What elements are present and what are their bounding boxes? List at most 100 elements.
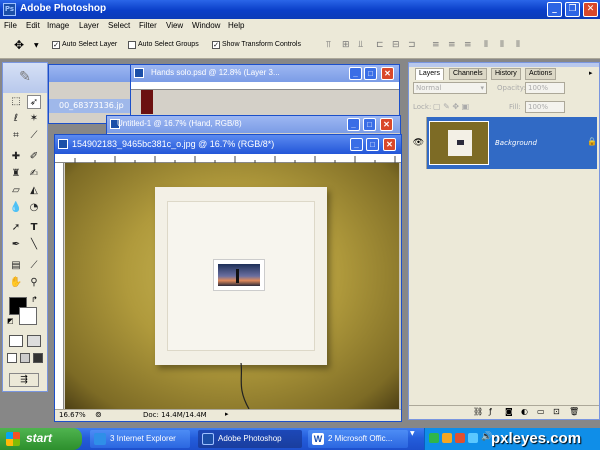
magic-wand-tool-icon[interactable]: ✶ <box>27 112 41 126</box>
layer-style-icon[interactable]: ƒ <box>489 407 492 416</box>
swap-colors-icon[interactable]: ↱ <box>31 295 38 304</box>
minimize-button[interactable]: _ <box>349 67 362 80</box>
adjustment-layer-icon[interactable]: ◐ <box>521 407 528 416</box>
align-left-icon[interactable]: ⊏ <box>376 40 386 50</box>
minimize-button[interactable]: _ <box>347 118 360 131</box>
info-icon[interactable]: ⊚ <box>95 410 102 419</box>
menu-view[interactable]: View <box>166 21 183 30</box>
menu-window[interactable]: Window <box>192 21 220 30</box>
paint-bucket-tool-icon[interactable]: ◭ <box>27 184 41 198</box>
task-adobe-photoshop[interactable]: Adobe Photoshop <box>198 430 302 448</box>
tab-actions[interactable]: Actions <box>525 68 556 80</box>
distribute-center-icon[interactable]: ⦀ <box>500 40 510 50</box>
panel-menu-icon[interactable]: ▸ <box>589 69 593 77</box>
marquee-tool-icon[interactable]: ⬚ <box>9 95 23 109</box>
menu-layer[interactable]: Layer <box>79 21 99 30</box>
hand-tool-icon[interactable]: ✋ <box>9 276 23 290</box>
distribute-bottom-icon[interactable]: ≡ <box>464 40 474 50</box>
app-title-bar[interactable]: Ps Adobe Photoshop _ ❐ ✕ <box>0 0 600 19</box>
screen-mode-standard-icon[interactable] <box>7 353 17 363</box>
distribute-left-icon[interactable]: ⦀ <box>484 40 494 50</box>
restore-button[interactable]: ❐ <box>565 2 580 17</box>
auto-select-groups-checkbox[interactable] <box>128 41 136 49</box>
eraser-tool-icon[interactable]: ▱ <box>9 184 23 198</box>
maximize-button[interactable]: □ <box>366 138 379 151</box>
slice-tool-icon[interactable]: ⟋ <box>27 129 41 143</box>
type-tool-icon[interactable]: T <box>27 221 41 235</box>
distribute-middle-icon[interactable]: ≡ <box>448 40 458 50</box>
pen-tool-icon[interactable]: ✒ <box>9 238 23 252</box>
close-button[interactable]: ✕ <box>583 2 598 17</box>
default-colors-icon[interactable]: ◩ <box>7 317 14 325</box>
eyedropper-tool-icon[interactable]: ⟋ <box>27 259 41 273</box>
quick-mask-mode-icon[interactable] <box>27 335 41 347</box>
tab-history[interactable]: History <box>491 68 521 80</box>
align-middle-icon[interactable]: ⊞ <box>342 40 352 50</box>
layer-row-background[interactable]: 👁 Background 🔒 <box>411 117 597 169</box>
zoom-level[interactable]: 16.67% <box>59 411 86 419</box>
eye-icon[interactable]: 👁 <box>411 117 427 169</box>
move-tool-icon[interactable]: ➶ <box>27 95 41 109</box>
healing-brush-tool-icon[interactable]: ✚ <box>9 150 23 164</box>
task-microsoft-office[interactable]: W 2 Microsoft Offic... <box>308 430 408 448</box>
fill-field[interactable]: 100% <box>525 101 565 113</box>
move-tool-icon[interactable]: ✥ <box>14 38 24 52</box>
maximize-button[interactable]: □ <box>363 118 376 131</box>
menu-help[interactable]: Help <box>228 21 244 30</box>
jump-to-imageready-icon[interactable]: ⇶ <box>9 373 39 387</box>
blur-tool-icon[interactable]: 💧 <box>9 201 23 215</box>
align-right-icon[interactable]: ⊐ <box>408 40 418 50</box>
layers-panel-header[interactable] <box>409 63 599 67</box>
document-back-tab[interactable]: 00_68373136.jp <box>49 99 137 113</box>
document-hands-title-bar[interactable]: Hands solo.psd @ 12.8% (Layer 3... _ □ ✕ <box>131 65 399 82</box>
start-button[interactable]: start <box>0 428 82 450</box>
show-transform-controls-checkbox[interactable]: ✓ <box>212 41 220 49</box>
lasso-tool-icon[interactable]: ℓ <box>9 112 23 126</box>
align-top-icon[interactable]: ⫪ <box>326 40 336 50</box>
line-tool-icon[interactable]: ╲ <box>27 238 41 252</box>
dodge-tool-icon[interactable]: ◔ <box>27 201 41 215</box>
minimize-button[interactable]: _ <box>350 138 363 151</box>
new-layer-icon[interactable]: ⊡ <box>553 407 560 416</box>
document-back-title-bar[interactable]: 4 <box>49 65 137 82</box>
document-untitled-title-bar[interactable]: Untitled-1 @ 16.7% (Hand, RGB/8) _ □ ✕ <box>107 116 400 133</box>
notes-tool-icon[interactable]: ▤ <box>9 259 23 273</box>
close-button[interactable]: ✕ <box>383 138 396 151</box>
task-internet-explorer[interactable]: 3 Internet Explorer <box>90 430 190 448</box>
close-button[interactable]: ✕ <box>380 118 393 131</box>
menu-edit[interactable]: Edit <box>26 21 40 30</box>
menu-file[interactable]: File <box>4 21 17 30</box>
maximize-button[interactable]: □ <box>364 67 377 80</box>
history-brush-tool-icon[interactable]: ✍ <box>27 167 41 181</box>
link-layers-icon[interactable]: ⛓ <box>473 407 483 416</box>
tray-icon-3[interactable] <box>455 433 465 443</box>
opacity-field[interactable]: 100% <box>525 82 565 94</box>
lock-options-icon[interactable]: ▢ ✎ ✥ ▣ <box>433 102 469 111</box>
auto-select-layer-checkbox[interactable]: ✓ <box>52 41 60 49</box>
task-overflow-icon[interactable]: ▼ <box>410 430 416 448</box>
document-window-main[interactable]: 154902183_9465bc381c_o.jpg @ 16.7% (RGB/… <box>54 134 402 422</box>
tray-icon-4[interactable] <box>468 433 478 443</box>
distribute-right-icon[interactable]: ⦀ <box>516 40 526 50</box>
crop-tool-icon[interactable]: ⌗ <box>9 129 23 143</box>
document-main-title-bar[interactable]: 154902183_9465bc381c_o.jpg @ 16.7% (RGB/… <box>55 135 401 154</box>
tab-layers[interactable]: Layers <box>415 68 445 80</box>
delete-layer-icon[interactable]: 🗑 <box>569 407 579 416</box>
chevron-down-icon[interactable]: ▼ <box>34 42 39 49</box>
new-group-icon[interactable]: ▭ <box>537 407 545 416</box>
brush-tool-icon[interactable]: ✐ <box>27 150 41 164</box>
minimize-button[interactable]: _ <box>547 2 562 17</box>
clone-stamp-tool-icon[interactable]: ♜ <box>9 167 23 181</box>
blend-mode-select[interactable]: Normal ▾ <box>413 82 487 94</box>
close-button[interactable]: ✕ <box>381 67 394 80</box>
tab-channels[interactable]: Channels <box>449 68 487 80</box>
canvas-photo[interactable] <box>65 163 399 409</box>
tray-icon-1[interactable] <box>429 433 439 443</box>
screen-mode-full-icon[interactable] <box>33 353 43 363</box>
menu-image[interactable]: Image <box>47 21 69 30</box>
menu-select[interactable]: Select <box>108 21 130 30</box>
screen-mode-menubar-icon[interactable] <box>20 353 30 363</box>
tray-icon-2[interactable] <box>442 433 452 443</box>
tools-header[interactable]: ✎ <box>3 63 47 93</box>
menu-filter[interactable]: Filter <box>139 21 157 30</box>
